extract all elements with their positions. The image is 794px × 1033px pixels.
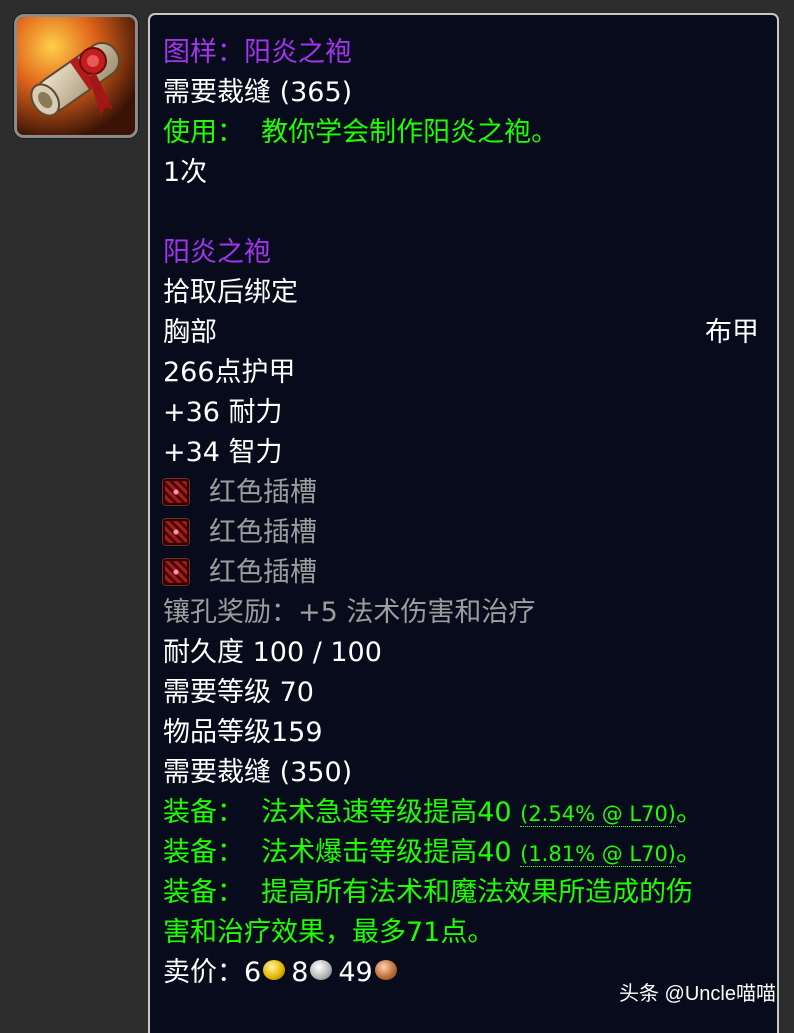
item-level: 物品等级159 xyxy=(163,717,323,748)
item-tooltip: 图样：阳炎之袍 需要裁缝 (365) 使用： 教你学会制作阳炎之袍。 1次 阳炎… xyxy=(148,13,779,1033)
stat-intellect: +34 智力 xyxy=(163,437,283,468)
equip-prefix: 装备： xyxy=(163,797,244,828)
equip-text-line1: 提高所有法术和魔法效果所造成的伤 xyxy=(261,877,694,908)
red-socket-icon xyxy=(163,559,189,585)
socket-row: 红色插槽 xyxy=(163,553,759,593)
recipe-title: 图样：阳炎之袍 xyxy=(163,37,352,68)
copper-amount: 49 xyxy=(338,957,373,988)
armor-value: 266点护甲 xyxy=(163,357,296,388)
gold-amount: 6 xyxy=(244,957,262,988)
required-skill-recipe: 需要裁缝 (365) xyxy=(163,77,353,108)
armor-type: 布甲 xyxy=(705,317,759,348)
socket-label: 红色插槽 xyxy=(209,517,317,548)
equip-prefix: 装备： xyxy=(163,877,244,908)
item-name: 阳炎之袍 xyxy=(163,237,271,268)
equip-rating-note[interactable]: (2.54% @ L70) xyxy=(520,802,676,827)
scroll-icon-art xyxy=(17,17,135,135)
required-skill-item: 需要裁缝 (350) xyxy=(163,757,353,788)
red-socket-icon xyxy=(163,519,189,545)
use-text: 教你学会制作阳炎之袍。 xyxy=(261,117,559,148)
recipe-scroll-icon[interactable] xyxy=(14,14,138,138)
equip-effect-spellpower-cont: 害和治疗效果，最多71点。 xyxy=(163,917,495,948)
copper-coin-icon xyxy=(374,960,397,980)
equip-text: 法术爆击等级提高40 xyxy=(261,837,512,868)
charges: 1次 xyxy=(163,157,208,188)
equip-effect-crit: 装备： 法术爆击等级提高40 (1.81% @ L70)。 xyxy=(163,833,759,873)
required-level: 需要等级 70 xyxy=(163,677,314,708)
slot: 胸部 xyxy=(163,317,217,348)
equip-end: 。 xyxy=(676,797,703,828)
stat-stamina: +36 耐力 xyxy=(163,397,283,428)
use-prefix: 使用： xyxy=(163,117,244,148)
socket-row: 红色插槽 xyxy=(163,513,759,553)
equip-effect-haste: 装备： 法术急速等级提高40 (2.54% @ L70)。 xyxy=(163,793,759,833)
red-socket-icon xyxy=(163,479,189,505)
equip-text: 法术急速等级提高40 xyxy=(261,797,512,828)
silver-amount: 8 xyxy=(291,957,309,988)
equip-effect-spellpower: 装备： 提高所有法术和魔法效果所造成的伤 xyxy=(163,873,759,913)
durability: 耐久度 100 / 100 xyxy=(163,637,382,668)
equip-end: 。 xyxy=(676,837,703,868)
binding: 拾取后绑定 xyxy=(163,277,298,308)
slot-row: 胸部 布甲 xyxy=(163,313,759,353)
equip-rating-note[interactable]: (1.81% @ L70) xyxy=(520,842,676,867)
use-effect: 使用： 教你学会制作阳炎之袍。 xyxy=(163,113,759,153)
watermark: 头条 @Uncle喵喵 xyxy=(619,983,776,1005)
sell-label: 卖价： xyxy=(163,957,244,988)
socket-label: 红色插槽 xyxy=(209,557,317,588)
equip-prefix: 装备： xyxy=(163,837,244,868)
socket-bonus: 镶孔奖励：+5 法术伤害和治疗 xyxy=(163,597,536,628)
socket-row: 红色插槽 xyxy=(163,473,759,513)
silver-coin-icon xyxy=(310,960,333,980)
gold-coin-icon xyxy=(263,960,286,980)
socket-label: 红色插槽 xyxy=(209,477,317,508)
